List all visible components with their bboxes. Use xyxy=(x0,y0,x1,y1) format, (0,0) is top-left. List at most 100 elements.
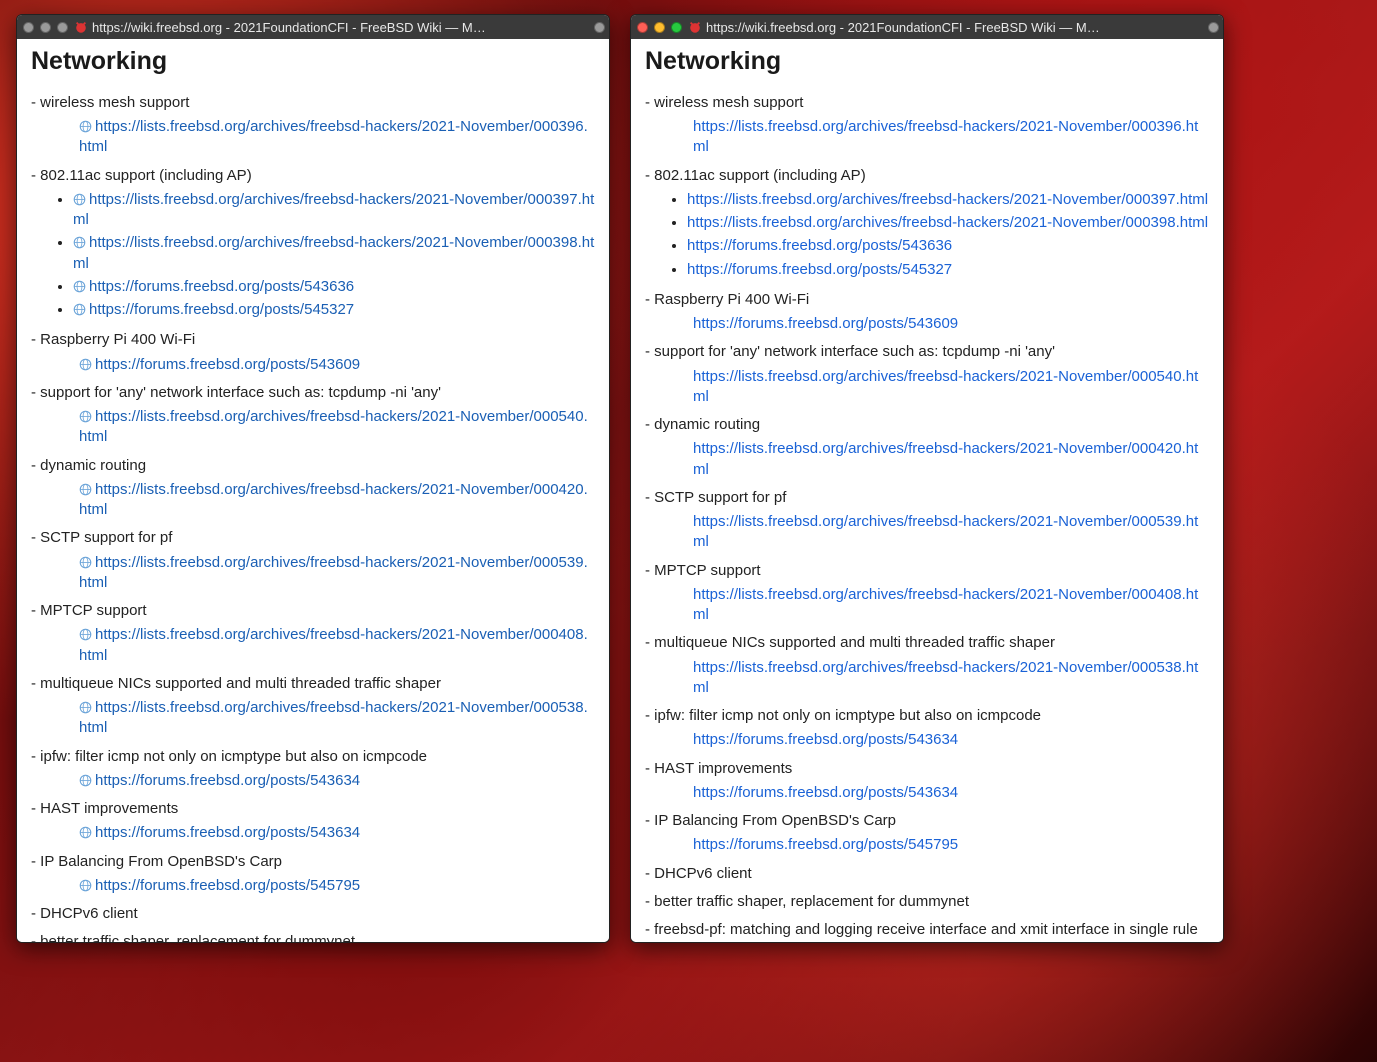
external-link[interactable]: https://lists.freebsd.org/archives/freeb… xyxy=(687,191,1208,208)
close-button[interactable] xyxy=(23,22,34,33)
traffic-lights xyxy=(635,22,686,33)
page-content[interactable]: Networking - wireless mesh support https:… xyxy=(17,39,609,942)
external-link[interactable]: https://forums.freebsd.org/posts/543634 xyxy=(693,731,958,748)
close-button[interactable] xyxy=(637,22,648,33)
external-link[interactable]: https://forums.freebsd.org/posts/545795 xyxy=(95,877,360,894)
link-list-item: https://lists.freebsd.org/archives/freeb… xyxy=(73,190,595,231)
external-link[interactable]: https://forums.freebsd.org/posts/545327 xyxy=(89,301,354,318)
external-link[interactable]: https://forums.freebsd.org/posts/545795 xyxy=(693,836,958,853)
external-link[interactable]: https://forums.freebsd.org/posts/543634 xyxy=(95,824,360,841)
titlebar[interactable]: https://wiki.freebsd.org - 2021Foundatio… xyxy=(17,15,609,39)
item-text: - MPTCP support xyxy=(31,601,595,621)
globe-icon xyxy=(79,826,92,839)
list-item: - DHCPv6 client xyxy=(31,904,595,924)
item-text: - ipfw: filter icmp not only on icmptype… xyxy=(645,706,1209,726)
external-link[interactable]: https://lists.freebsd.org/archives/freeb… xyxy=(693,513,1198,550)
freebsd-favicon xyxy=(688,20,702,34)
item-text: - wireless mesh support xyxy=(31,93,595,113)
globe-icon xyxy=(79,879,92,892)
link-row: https://lists.freebsd.org/archives/freeb… xyxy=(79,625,595,666)
list-item: - MPTCP support https://lists.freebsd.org… xyxy=(645,561,1209,626)
list-item: - Raspberry Pi 400 Wi-Fihttps://forums.f… xyxy=(31,330,595,375)
item-text: - better traffic shaper, replacement for… xyxy=(645,892,1209,912)
external-link[interactable]: https://forums.freebsd.org/posts/543636 xyxy=(89,278,354,295)
external-link[interactable]: https://lists.freebsd.org/archives/freeb… xyxy=(73,234,594,271)
list-item: - DHCPv6 client xyxy=(645,864,1209,884)
item-text: - SCTP support for pf xyxy=(31,528,595,548)
link-list-item: https://lists.freebsd.org/archives/freeb… xyxy=(687,213,1209,233)
list-item: - SCTP support for pf https://lists.freeb… xyxy=(31,528,595,593)
item-text: - IP Balancing From OpenBSD's Carp xyxy=(31,852,595,872)
link-row: https://lists.freebsd.org/archives/freeb… xyxy=(79,553,595,594)
list-item: - ipfw: filter icmp not only on icmptype… xyxy=(31,747,595,792)
external-link[interactable]: https://forums.freebsd.org/posts/545327 xyxy=(687,261,952,278)
external-link[interactable]: https://lists.freebsd.org/archives/freeb… xyxy=(687,214,1208,231)
section-heading: Networking xyxy=(31,45,595,79)
external-link[interactable]: https://lists.freebsd.org/archives/freeb… xyxy=(73,191,594,228)
globe-icon xyxy=(73,236,86,249)
external-link[interactable]: https://forums.freebsd.org/posts/543609 xyxy=(693,315,958,332)
link-list: https://lists.freebsd.org/archives/freeb… xyxy=(73,190,595,321)
external-link[interactable]: https://forums.freebsd.org/posts/543634 xyxy=(693,784,958,801)
link-row: https://lists.freebsd.org/archives/freeb… xyxy=(693,439,1209,480)
globe-icon xyxy=(79,410,92,423)
item-text: - HAST improvements xyxy=(31,799,595,819)
list-item: - 802.11ac support (including AP) https:/… xyxy=(645,166,1209,280)
link-list-item: https://forums.freebsd.org/posts/545327 xyxy=(73,300,595,320)
minimize-button[interactable] xyxy=(40,22,51,33)
item-text: - 802.11ac support (including AP) xyxy=(31,166,595,186)
external-link[interactable]: https://forums.freebsd.org/posts/543609 xyxy=(95,356,360,373)
link-list-item: https://forums.freebsd.org/posts/543636 xyxy=(73,277,595,297)
external-link[interactable]: https://lists.freebsd.org/archives/freeb… xyxy=(693,659,1198,696)
titlebar[interactable]: https://wiki.freebsd.org - 2021Foundatio… xyxy=(631,15,1223,39)
external-link[interactable]: https://lists.freebsd.org/archives/freeb… xyxy=(79,554,588,591)
external-link[interactable]: https://forums.freebsd.org/posts/543634 xyxy=(95,772,360,789)
list-item: - HAST improvements https://forums.freebs… xyxy=(31,799,595,844)
list-item: - multiqueue NICs supported and multi th… xyxy=(31,674,595,739)
item-text: - SCTP support for pf xyxy=(645,488,1209,508)
external-link[interactable]: https://forums.freebsd.org/posts/543636 xyxy=(687,237,952,254)
link-row: https://forums.freebsd.org/posts/543634 xyxy=(693,730,1209,750)
external-link[interactable]: https://lists.freebsd.org/archives/freeb… xyxy=(693,586,1198,623)
globe-icon xyxy=(79,628,92,641)
list-item: - better traffic shaper, replacement for… xyxy=(31,932,595,942)
link-row: https://forums.freebsd.org/posts/543634 xyxy=(693,783,1209,803)
external-link[interactable]: https://lists.freebsd.org/archives/freeb… xyxy=(79,481,588,518)
window-indicator xyxy=(1208,22,1219,33)
globe-icon xyxy=(73,303,86,316)
external-link[interactable]: https://lists.freebsd.org/archives/freeb… xyxy=(79,408,588,445)
link-row: https://forums.freebsd.org/posts/545795 xyxy=(79,876,595,896)
maximize-button[interactable] xyxy=(671,22,682,33)
external-link[interactable]: https://lists.freebsd.org/archives/freeb… xyxy=(693,368,1198,405)
page-content[interactable]: Networking - wireless mesh supporthttps:… xyxy=(631,39,1223,942)
window-title: https://wiki.freebsd.org - 2021Foundatio… xyxy=(706,20,1204,35)
list-item: - 802.11ac support (including AP) https:/… xyxy=(31,166,595,321)
list-item: - Raspberry Pi 400 Wi-Fi https://forums.f… xyxy=(645,290,1209,335)
external-link[interactable]: https://lists.freebsd.org/archives/freeb… xyxy=(693,440,1198,477)
link-row: https://forums.freebsd.org/posts/543634 xyxy=(79,823,595,843)
link-row: https://lists.freebsd.org/archives/freeb… xyxy=(693,585,1209,626)
link-row: https://forums.freebsd.org/posts/543609 xyxy=(79,355,595,375)
external-link[interactable]: https://lists.freebsd.org/archives/freeb… xyxy=(79,699,588,736)
item-text: - wireless mesh support xyxy=(645,93,1209,113)
external-link[interactable]: https://lists.freebsd.org/archives/freeb… xyxy=(693,118,1198,155)
list-item: - support for 'any' network interface su… xyxy=(31,383,595,448)
item-text: - Raspberry Pi 400 Wi-Fi xyxy=(645,290,1209,310)
desktop-background: https://wiki.freebsd.org - 2021Foundatio… xyxy=(0,0,1377,1062)
link-list-item: https://forums.freebsd.org/posts/543636 xyxy=(687,236,1209,256)
item-text: - 802.11ac support (including AP) xyxy=(645,166,1209,186)
item-text: - MPTCP support xyxy=(645,561,1209,581)
browser-window-right: https://wiki.freebsd.org - 2021Foundatio… xyxy=(630,14,1224,943)
link-row: https://lists.freebsd.org/archives/freeb… xyxy=(693,117,1209,158)
link-row: https://lists.freebsd.org/archives/freeb… xyxy=(79,407,595,448)
globe-icon xyxy=(79,120,92,133)
item-text: - multiqueue NICs supported and multi th… xyxy=(645,633,1209,653)
list-item: - ipfw: filter icmp not only on icmptype… xyxy=(645,706,1209,751)
item-text: - DHCPv6 client xyxy=(645,864,1209,884)
external-link[interactable]: https://lists.freebsd.org/archives/freeb… xyxy=(79,626,588,663)
external-link[interactable]: https://lists.freebsd.org/archives/freeb… xyxy=(79,118,588,155)
item-text: - better traffic shaper, replacement for… xyxy=(31,932,595,942)
minimize-button[interactable] xyxy=(654,22,665,33)
maximize-button[interactable] xyxy=(57,22,68,33)
window-indicator xyxy=(594,22,605,33)
